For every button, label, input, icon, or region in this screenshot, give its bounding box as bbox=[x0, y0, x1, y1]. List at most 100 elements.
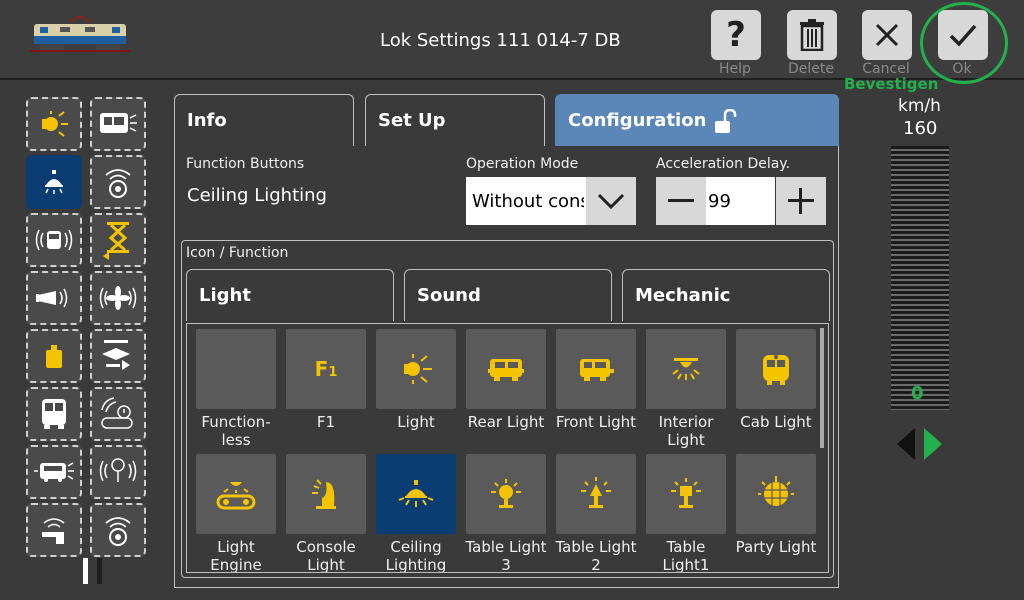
function-button-sound[interactable] bbox=[90, 155, 146, 209]
icon-tile-console-light[interactable]: Console Light bbox=[286, 454, 366, 572]
icon-function-label: Icon / Function bbox=[186, 245, 289, 261]
cancel-button[interactable] bbox=[862, 10, 912, 60]
horn-icon bbox=[36, 288, 68, 308]
subtab-sound-label: Sound bbox=[417, 285, 481, 306]
subtab-light[interactable]: Light bbox=[186, 269, 394, 321]
icon-tile-interior-light[interactable]: Interior Light bbox=[646, 329, 726, 449]
locomotive-image bbox=[30, 15, 130, 52]
icon-function-panel: Icon / Function Light Sound Mechanic Fun… bbox=[181, 240, 834, 578]
tile-caption: Party Light bbox=[735, 538, 817, 556]
close-icon bbox=[875, 23, 899, 47]
ceiling-lighting-icon bbox=[398, 480, 434, 507]
function-button-loco-light[interactable] bbox=[26, 445, 82, 499]
icon-tile-table-light-1[interactable]: Table Light1 bbox=[646, 454, 726, 572]
tile-caption: Table Light 2 bbox=[555, 538, 637, 573]
delete-label: Delete bbox=[788, 61, 834, 77]
configuration-content: Function Buttons Ceiling Lighting Operat… bbox=[174, 146, 839, 588]
function-button-pantograph[interactable] bbox=[90, 213, 146, 267]
icon-tile-functionless[interactable]: Function- less bbox=[196, 329, 276, 449]
interior-light-icon bbox=[672, 358, 700, 380]
smoke-icon bbox=[99, 458, 137, 482]
tile-caption: Function- less bbox=[201, 413, 271, 449]
acceleration-decrease-button[interactable] bbox=[656, 177, 706, 225]
left-panel-scroll-indicator[interactable] bbox=[83, 558, 107, 584]
trash-icon bbox=[800, 19, 824, 51]
function-button-cab-light[interactable] bbox=[90, 97, 146, 151]
function-button-fan[interactable] bbox=[90, 271, 146, 325]
function-buttons-label: Function Buttons bbox=[186, 156, 305, 172]
function-button-weight[interactable] bbox=[26, 329, 82, 383]
function-button-coupler[interactable] bbox=[90, 329, 146, 383]
function-button-whistle[interactable] bbox=[26, 503, 82, 557]
coupler-icon bbox=[102, 340, 130, 370]
page-title: Lok Settings 111 014-7 DB bbox=[380, 30, 621, 51]
ok-highlight-circle bbox=[920, 2, 1008, 84]
speed-slider[interactable] bbox=[891, 146, 949, 410]
help-button[interactable]: ? bbox=[711, 10, 761, 60]
direction-reverse-icon[interactable] bbox=[897, 428, 915, 460]
icon-tile-cab-light[interactable]: Cab Light bbox=[736, 329, 816, 431]
fan-icon bbox=[99, 286, 137, 310]
weight-icon bbox=[46, 345, 62, 368]
tile-caption: Cab Light bbox=[740, 413, 812, 431]
console-light-icon bbox=[312, 479, 336, 509]
tile-caption: Front Light bbox=[555, 413, 637, 431]
tab-info[interactable]: Info bbox=[174, 94, 354, 146]
acceleration-delay-input[interactable]: 99 bbox=[706, 177, 775, 225]
operation-mode-select[interactable]: Without cons bbox=[466, 177, 636, 225]
icon-tile-light[interactable]: Light bbox=[376, 329, 456, 431]
sound-icon bbox=[105, 169, 131, 198]
delete-button[interactable] bbox=[787, 10, 837, 60]
bevestigen-annotation: Bevestigen bbox=[844, 75, 939, 93]
tab-setup[interactable]: Set Up bbox=[365, 94, 545, 146]
tile-caption: Console Light bbox=[296, 538, 356, 573]
table-light-1-icon bbox=[671, 478, 701, 508]
help-label: Help bbox=[719, 61, 751, 77]
front-loco-icon bbox=[42, 399, 66, 429]
subtab-sound[interactable]: Sound bbox=[404, 269, 612, 321]
function-button-horn[interactable] bbox=[26, 271, 82, 325]
pantograph-icon bbox=[103, 222, 129, 260]
light-icon bbox=[42, 111, 68, 137]
function-button-train-sound[interactable] bbox=[26, 213, 82, 267]
speed-current: 0 bbox=[911, 383, 924, 404]
rear-light-icon bbox=[488, 359, 524, 381]
party-light-icon bbox=[758, 476, 794, 506]
speed-max: 160 bbox=[903, 118, 938, 139]
icon-tile-ceiling-lighting[interactable]: Ceiling Lighting bbox=[376, 454, 456, 572]
subtab-mechanic[interactable]: Mechanic bbox=[622, 269, 830, 321]
minus-icon bbox=[668, 199, 694, 202]
icon-tile-table-light-3[interactable]: Table Light 3 bbox=[466, 454, 547, 572]
direction-forward-icon[interactable] bbox=[924, 428, 942, 460]
unlock-icon bbox=[715, 109, 737, 133]
icon-tile-party-light[interactable]: Party Light bbox=[736, 454, 816, 556]
grid-scrollbar[interactable] bbox=[820, 328, 824, 448]
icon-tile-light-engine[interactable]: Light Engine bbox=[196, 454, 276, 572]
function-button-shunting[interactable] bbox=[90, 387, 146, 441]
operation-mode-dropdown-button[interactable] bbox=[586, 177, 636, 225]
loco-light-icon bbox=[34, 462, 74, 482]
tab-setup-label: Set Up bbox=[378, 110, 446, 131]
tab-configuration-label: Configuration bbox=[568, 110, 707, 131]
operation-mode-value: Without cons bbox=[472, 191, 584, 212]
question-icon: ? bbox=[726, 15, 746, 55]
tile-caption: Interior Light bbox=[658, 413, 714, 449]
train-sound-icon bbox=[35, 229, 73, 251]
acceleration-increase-button[interactable] bbox=[776, 177, 826, 225]
sound-icon bbox=[105, 517, 131, 546]
icon-tile-table-light-2[interactable]: Table Light 2 bbox=[556, 454, 637, 572]
function-button-smoke[interactable] bbox=[90, 445, 146, 499]
tile-caption: Light bbox=[397, 413, 435, 431]
icon-tile-rear-light[interactable]: Rear Light bbox=[466, 329, 546, 431]
function-button-front-loco[interactable] bbox=[26, 387, 82, 441]
icon-tile-f1[interactable]: F1 F1 bbox=[286, 329, 366, 431]
ceiling-lighting-icon bbox=[45, 170, 63, 194]
subtab-light-label: Light bbox=[199, 285, 251, 306]
tile-caption: Table Light1 bbox=[662, 538, 710, 573]
icon-tile-front-light[interactable]: Front Light bbox=[556, 329, 636, 431]
function-button-sound-2[interactable] bbox=[90, 503, 146, 557]
tab-configuration[interactable]: Configuration bbox=[555, 94, 839, 146]
function-button-light[interactable] bbox=[26, 97, 82, 151]
function-button-ceiling-lighting[interactable] bbox=[26, 155, 82, 209]
subtab-mechanic-label: Mechanic bbox=[635, 285, 731, 306]
